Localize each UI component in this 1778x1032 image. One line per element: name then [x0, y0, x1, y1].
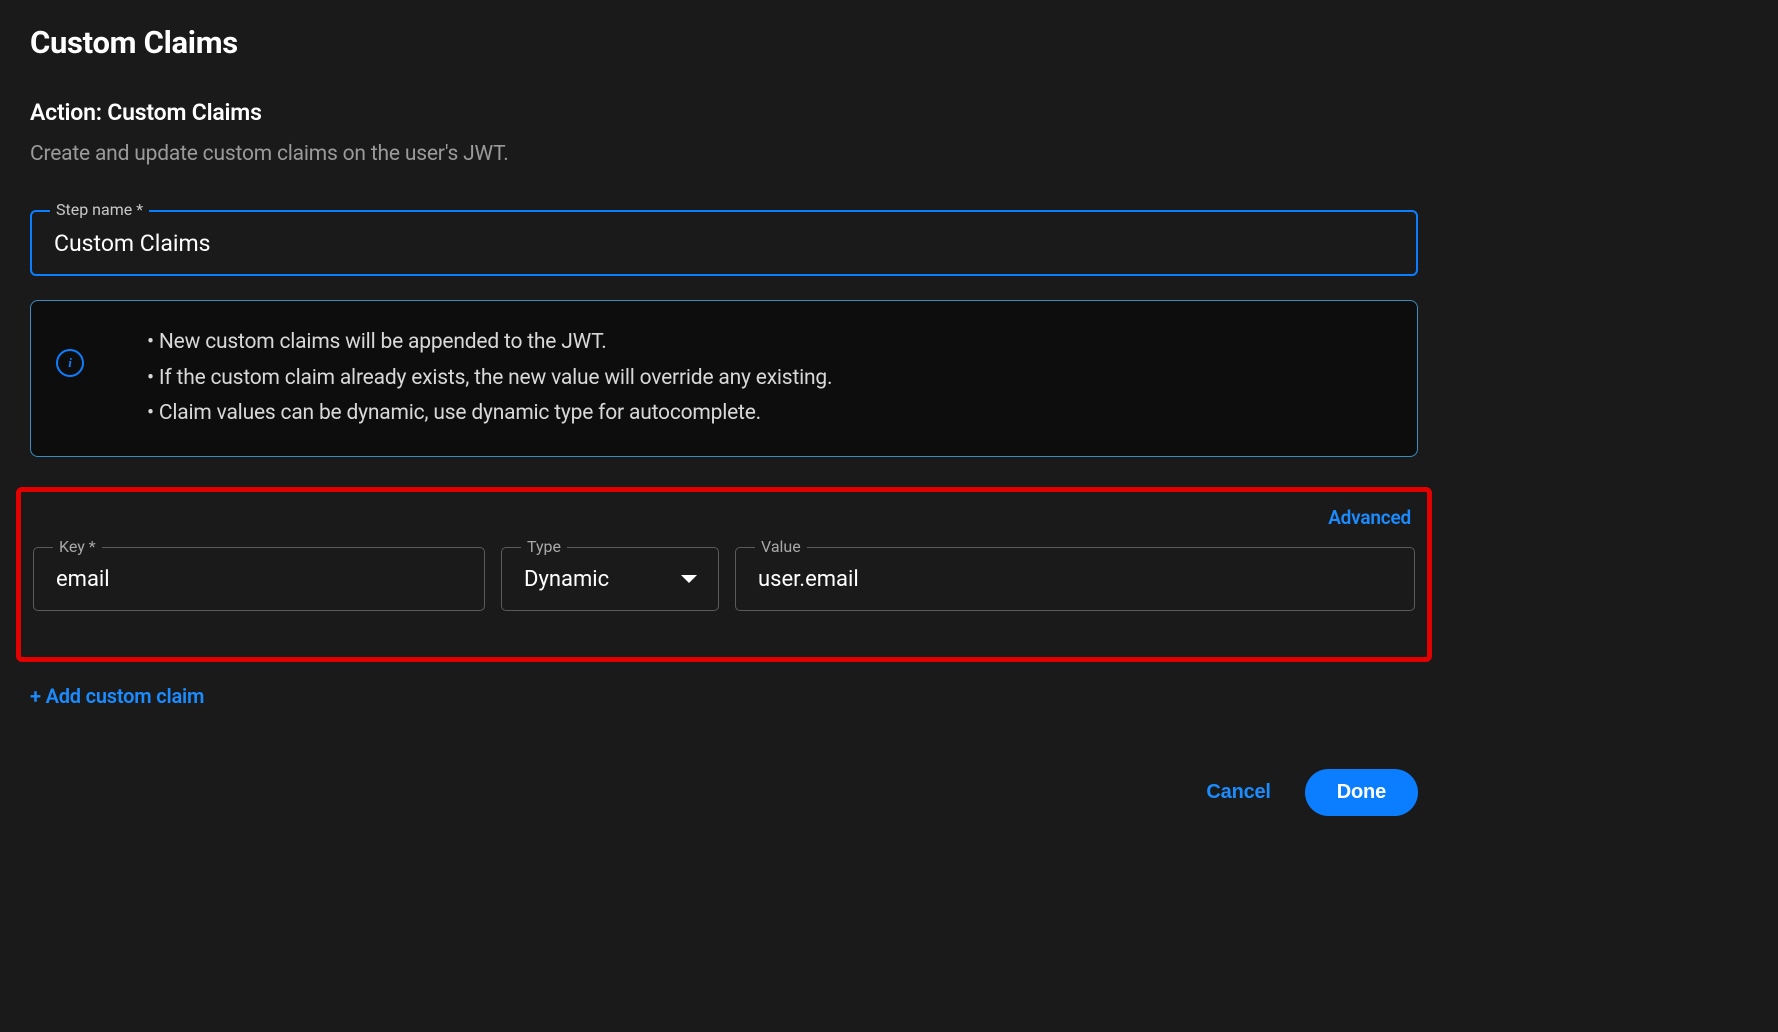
done-button[interactable]: Done [1305, 769, 1418, 816]
type-select-value: Dynamic [524, 567, 609, 592]
step-name-label: Step name * [50, 200, 149, 219]
key-input[interactable] [33, 547, 485, 611]
value-field: Value [735, 547, 1415, 611]
info-icon-wrap: i [56, 349, 84, 377]
action-title: Action: Custom Claims [30, 99, 1418, 126]
step-name-field: Step name * [30, 210, 1418, 276]
cancel-button[interactable]: Cancel [1206, 781, 1270, 804]
type-select[interactable]: Dynamic [501, 547, 719, 611]
value-label: Value [755, 537, 807, 556]
claim-section-highlight: Advanced Key * Type Dynamic Value [16, 487, 1432, 662]
add-custom-claim-button[interactable]: + Add custom claim [30, 684, 204, 708]
claim-row: Key * Type Dynamic Value [33, 547, 1415, 635]
info-item: Claim values can be dynamic, use dynamic… [147, 396, 832, 432]
page-title: Custom Claims [30, 24, 1418, 61]
advanced-link[interactable]: Advanced [1328, 506, 1411, 529]
dialog-footer: Cancel Done [1206, 769, 1418, 816]
info-box: i New custom claims will be appended to … [30, 300, 1418, 457]
action-description: Create and update custom claims on the u… [30, 142, 1418, 166]
info-item: If the custom claim already exists, the … [147, 361, 832, 397]
value-input[interactable] [735, 547, 1415, 611]
info-list: New custom claims will be appended to th… [91, 325, 832, 432]
step-name-input[interactable] [30, 210, 1418, 276]
type-field: Type Dynamic [501, 547, 719, 611]
key-field: Key * [33, 547, 485, 611]
advanced-row: Advanced [33, 506, 1415, 529]
info-item: New custom claims will be appended to th… [147, 325, 832, 361]
key-label: Key * [53, 537, 102, 556]
type-label: Type [521, 537, 567, 556]
info-icon: i [56, 349, 84, 377]
